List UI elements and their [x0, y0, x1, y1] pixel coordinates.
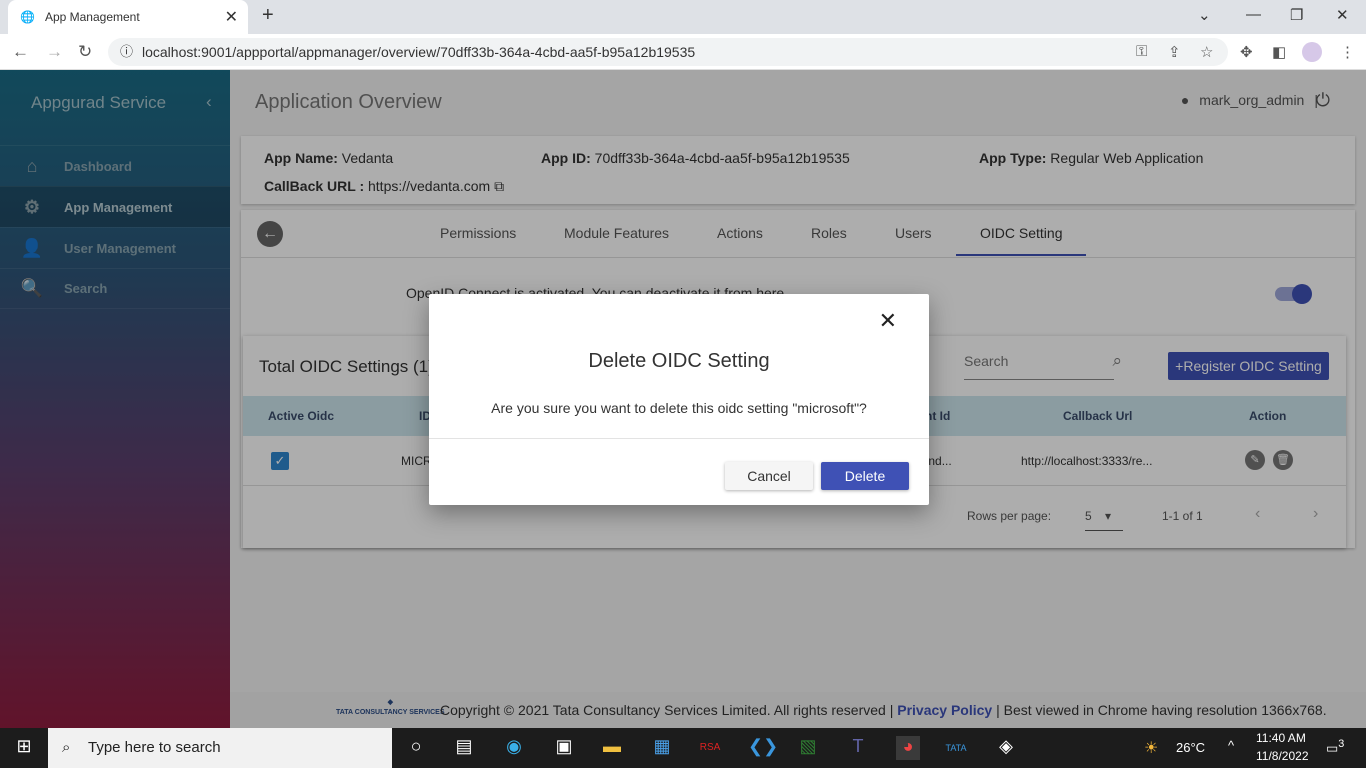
weather-icon: ☀ — [1144, 740, 1159, 757]
delete-button[interactable]: Delete — [821, 462, 909, 490]
profile-avatar[interactable] — [1302, 42, 1322, 62]
tray-chevron-icon[interactable]: ^ — [1228, 738, 1234, 753]
close-window-button[interactable]: ✕ — [1336, 6, 1349, 24]
tab-search-icon[interactable]: ⌄ — [1198, 6, 1211, 24]
globe-icon: 🌐 — [20, 10, 35, 24]
edge-icon[interactable]: ◉ — [502, 736, 526, 760]
address-bar-row: ← → ↻ ⓘ localhost:9001/appportal/appmanag… — [0, 34, 1366, 70]
notification-count: 3 — [1338, 738, 1345, 750]
minimize-button[interactable]: — — [1246, 6, 1261, 23]
new-tab-button[interactable]: + — [262, 4, 274, 27]
search-icon: ⌕ — [62, 739, 71, 756]
star-icon[interactable]: ☆ — [1200, 43, 1213, 61]
cortana-icon[interactable]: ○ — [404, 736, 428, 760]
search-placeholder: Type here to search — [88, 739, 221, 756]
divider — [429, 438, 929, 439]
sidepanel-icon[interactable]: ◧ — [1272, 43, 1286, 61]
menu-icon[interactable]: ⋮ — [1340, 43, 1355, 61]
close-tab-icon[interactable]: ✕ — [225, 7, 238, 27]
excel-icon[interactable]: ▧ — [796, 736, 820, 760]
reload-icon[interactable]: ↻ — [78, 42, 92, 62]
browser-tab-bar: 🌐 App Management ✕ + ⌄ — ❐ ✕ — [0, 0, 1366, 34]
key-icon[interactable]: ⚿ — [1136, 43, 1147, 60]
extensions-icon[interactable]: ✥ — [1240, 43, 1253, 61]
windows-start-icon[interactable]: ⊞ — [12, 736, 36, 760]
dialog-message: Are you sure you want to delete this oid… — [491, 400, 867, 416]
network-app-icon[interactable]: ▣ — [552, 736, 576, 760]
url-input[interactable]: ⓘ localhost:9001/appportal/appmanager/ove… — [108, 38, 1228, 66]
chrome-icon[interactable]: ◕ — [896, 736, 920, 760]
store-icon[interactable]: ▦ — [650, 736, 674, 760]
taskbar-search[interactable]: ⌕ Type here to search — [48, 728, 392, 768]
tab-title: App Management — [44, 10, 140, 24]
share-icon[interactable]: ⇪ — [1168, 43, 1181, 61]
rsa-icon[interactable]: RSA — [698, 736, 722, 760]
restore-button[interactable]: ❐ — [1290, 6, 1303, 24]
forward-icon: → — [46, 42, 63, 61]
browser-tab[interactable]: 🌐 App Management ✕ — [8, 0, 248, 34]
notifications-icon[interactable]: ▭3 — [1326, 738, 1344, 756]
task-view-icon[interactable]: ▤ — [452, 736, 476, 760]
app-icon[interactable]: ◈ — [994, 736, 1018, 760]
clock-time[interactable]: 11:40 AM — [1256, 731, 1306, 745]
dialog-title: Delete OIDC Setting — [588, 350, 770, 372]
teams-icon[interactable]: T — [846, 736, 870, 760]
back-icon[interactable]: ← — [12, 42, 29, 62]
clock-date[interactable]: 11/8/2022 — [1256, 749, 1309, 763]
weather-temp[interactable]: 26°C — [1176, 740, 1205, 755]
vscode-icon[interactable]: ❮❯ — [748, 736, 778, 760]
delete-oidc-dialog: ✕ Delete OIDC Setting Are you sure you w… — [429, 294, 929, 505]
close-icon[interactable]: ✕ — [879, 308, 897, 334]
url-text: localhost:9001/appportal/appmanager/over… — [142, 44, 696, 60]
taskbar: ⊞ ⌕ Type here to search ○ ▤ ◉ ▣ ▬ ▦ RSA ❮… — [0, 728, 1366, 768]
cancel-button[interactable]: Cancel — [725, 462, 813, 490]
file-explorer-icon[interactable]: ▬ — [600, 736, 624, 760]
info-icon: ⓘ — [120, 44, 134, 59]
tata-icon[interactable]: TATA — [944, 736, 968, 760]
